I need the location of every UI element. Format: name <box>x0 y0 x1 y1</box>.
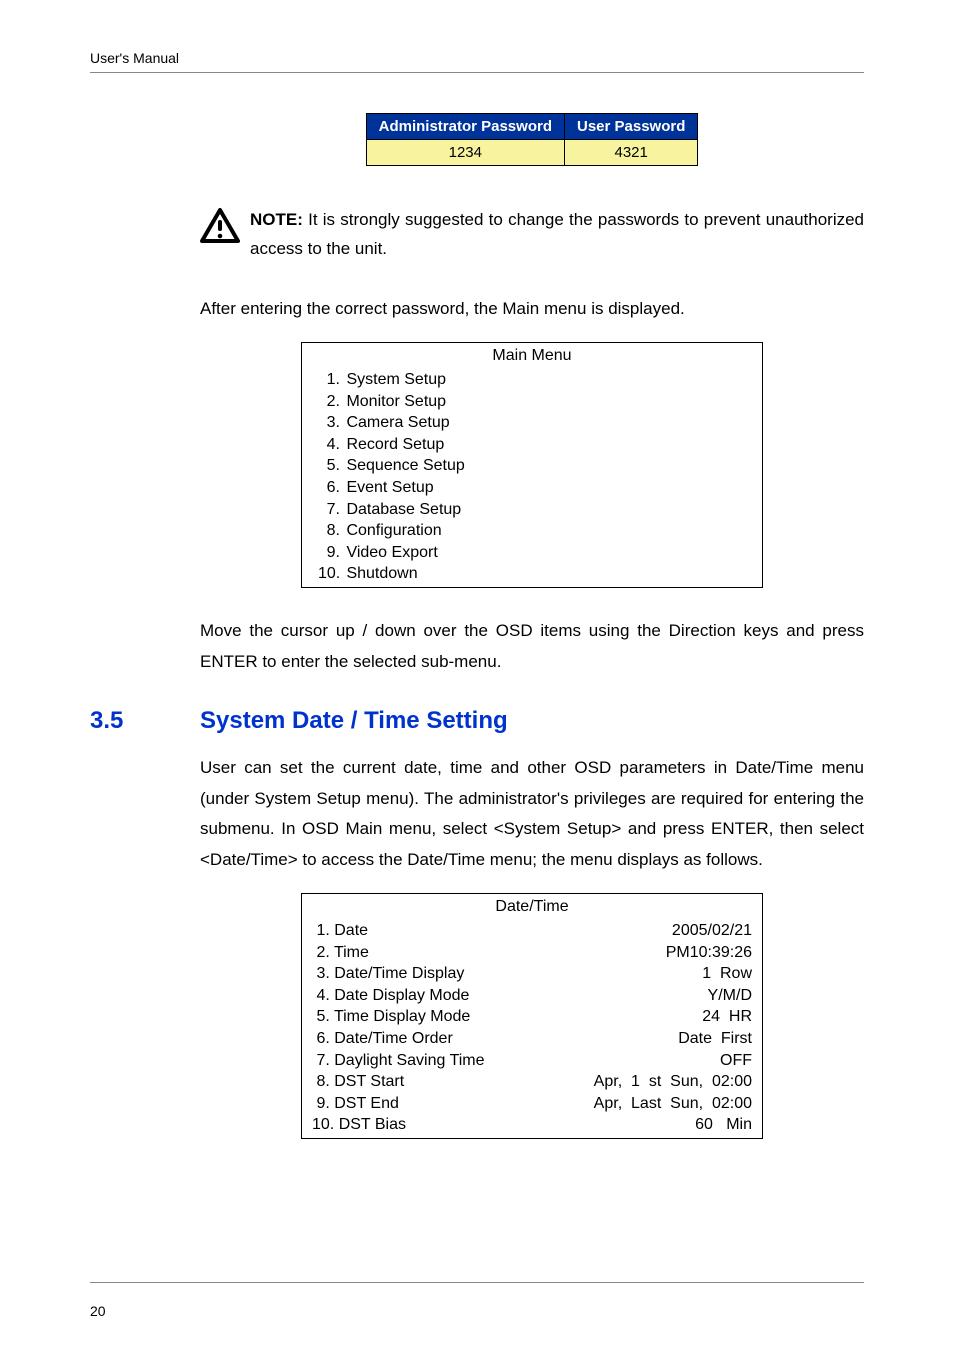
datetime-menu-title: Date/Time <box>312 896 752 918</box>
datetime-row-value: 24 HR <box>470 1006 752 1028</box>
datetime-row-value: 60 Min <box>406 1114 752 1136</box>
section-heading: 3.5 System Date / Time Setting <box>90 707 864 735</box>
datetime-row: 5. Time Display Mode24 HR <box>312 1006 752 1028</box>
datetime-row-value: PM10:39:26 <box>369 942 752 964</box>
note-body: It is strongly suggested to change the p… <box>250 210 864 258</box>
main-menu-item-number: 1. <box>318 369 340 391</box>
datetime-row: 7. Daylight Saving TimeOFF <box>312 1050 752 1072</box>
main-menu-item: 6. Event Setup <box>318 477 752 499</box>
password-table-header-admin: Administrator Password <box>366 114 564 140</box>
datetime-row-label: 7. Daylight Saving Time <box>312 1050 485 1072</box>
datetime-row-value: 2005/02/21 <box>368 920 752 942</box>
password-table: Administrator Password User Password 123… <box>366 113 699 166</box>
page-number: 20 <box>90 1303 106 1319</box>
note-block: NOTE: It is strongly suggested to change… <box>200 206 864 264</box>
main-menu-item-label: Database Setup <box>342 501 461 518</box>
main-menu-item: 2. Monitor Setup <box>318 391 752 413</box>
paragraph-after-menu: Move the cursor up / down over the OSD i… <box>200 616 864 677</box>
main-menu-item-label: Video Export <box>342 544 438 561</box>
main-menu-item: 5. Sequence Setup <box>318 455 752 477</box>
datetime-row-value: Apr, 1 st Sun, 02:00 <box>404 1071 752 1093</box>
datetime-row-label: 8. DST Start <box>312 1071 404 1093</box>
password-table-header-user: User Password <box>564 114 697 140</box>
datetime-menu-box: Date/Time 1. Date2005/02/21 2. TimePM10:… <box>301 893 763 1139</box>
main-menu-item-number: 2. <box>318 391 340 413</box>
main-menu-item-number: 4. <box>318 434 340 456</box>
datetime-row: 3. Date/Time Display1 Row <box>312 963 752 985</box>
note-text: NOTE: It is strongly suggested to change… <box>250 206 864 264</box>
main-menu-item-label: Record Setup <box>342 436 444 453</box>
main-menu-item-number: 5. <box>318 455 340 477</box>
main-menu-box: Main Menu 1. System Setup2. Monitor Setu… <box>301 342 763 588</box>
section-number: 3.5 <box>90 707 200 735</box>
datetime-row: 6. Date/Time OrderDate First <box>312 1028 752 1050</box>
password-table-value-user: 4321 <box>564 140 697 166</box>
datetime-row: 9. DST EndApr, Last Sun, 02:00 <box>312 1093 752 1115</box>
datetime-row-label: 6. Date/Time Order <box>312 1028 453 1050</box>
datetime-row: 2. TimePM10:39:26 <box>312 942 752 964</box>
datetime-row-label: 4. Date Display Mode <box>312 985 469 1007</box>
main-menu-item-number: 8. <box>318 520 340 542</box>
datetime-row-value: Apr, Last Sun, 02:00 <box>399 1093 752 1115</box>
main-menu-item-label: System Setup <box>342 371 446 388</box>
main-menu-item-label: Sequence Setup <box>342 457 465 474</box>
main-menu-item-number: 9. <box>318 542 340 564</box>
main-menu-item-number: 7. <box>318 499 340 521</box>
main-menu-item-number: 3. <box>318 412 340 434</box>
main-menu-item-label: Camera Setup <box>342 414 450 431</box>
datetime-row: 4. Date Display ModeY/M/D <box>312 985 752 1007</box>
datetime-row-label: 2. Time <box>312 942 369 964</box>
main-menu-item: 7. Database Setup <box>318 499 752 521</box>
footer-divider <box>90 1282 864 1283</box>
main-menu-title: Main Menu <box>312 345 752 367</box>
main-menu-item-label: Shutdown <box>342 565 418 582</box>
datetime-row: 8. DST StartApr, 1 st Sun, 02:00 <box>312 1071 752 1093</box>
page-header-title: User's Manual <box>90 50 864 66</box>
main-menu-item: 4. Record Setup <box>318 434 752 456</box>
password-table-value-admin: 1234 <box>366 140 564 166</box>
main-menu-item: 9. Video Export <box>318 542 752 564</box>
section-body: User can set the current date, time and … <box>200 753 864 875</box>
note-label: NOTE: <box>250 210 303 229</box>
main-menu-item: 8. Configuration <box>318 520 752 542</box>
datetime-row-label: 1. Date <box>312 920 368 942</box>
section-title: System Date / Time Setting <box>200 707 508 735</box>
main-menu-item-label: Monitor Setup <box>342 393 446 410</box>
paragraph-after-note: After entering the correct password, the… <box>200 294 864 325</box>
datetime-row: 1. Date2005/02/21 <box>312 920 752 942</box>
datetime-row-value: Date First <box>453 1028 752 1050</box>
datetime-row-value: OFF <box>485 1050 752 1072</box>
header-divider <box>90 72 864 73</box>
main-menu-item: 1. System Setup <box>318 369 752 391</box>
datetime-row-label: 5. Time Display Mode <box>312 1006 470 1028</box>
datetime-row-label: 10. DST Bias <box>312 1114 406 1136</box>
main-menu-item-label: Configuration <box>342 522 442 539</box>
main-menu-item-number: 10. <box>318 563 340 585</box>
datetime-row: 10. DST Bias60 Min <box>312 1114 752 1136</box>
warning-icon <box>200 208 240 249</box>
main-menu-item: 3. Camera Setup <box>318 412 752 434</box>
datetime-row-value: Y/M/D <box>469 985 752 1007</box>
datetime-row-value: 1 Row <box>464 963 752 985</box>
main-menu-item-number: 6. <box>318 477 340 499</box>
datetime-row-label: 3. Date/Time Display <box>312 963 464 985</box>
datetime-row-label: 9. DST End <box>312 1093 399 1115</box>
main-menu-item-label: Event Setup <box>342 479 434 496</box>
main-menu-item: 10. Shutdown <box>318 563 752 585</box>
